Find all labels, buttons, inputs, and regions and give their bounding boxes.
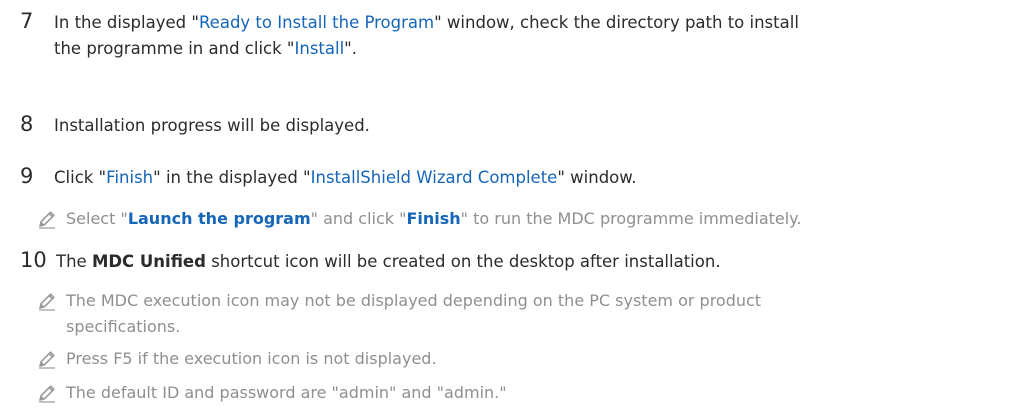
finish-button-highlight: Finish [106, 168, 154, 187]
pencil-icon [37, 209, 57, 229]
step-number: 7 [20, 9, 34, 33]
mdc-unified-label: MDC Unified [91, 252, 206, 271]
note-text: Select "Launch the program" and click "F… [66, 209, 802, 228]
step-number: 10 [20, 248, 47, 272]
step-number: 9 [20, 164, 34, 188]
note-text-line: specifications. [66, 317, 181, 336]
note-text: The MDC execution icon may not be displa… [66, 288, 996, 340]
step-text: The MDC Unified shortcut icon will be cr… [56, 252, 721, 271]
finish-button-highlight: Finish [406, 209, 461, 228]
step-text: In the displayed "Ready to Install the P… [54, 10, 984, 62]
note-text: The default ID and password are "admin" … [66, 383, 507, 402]
note-text-line: The MDC execution icon may not be displa… [66, 291, 762, 310]
window-name-highlight: Ready to Install the Program [198, 13, 435, 32]
install-button-highlight: Install [294, 39, 345, 58]
pencil-icon [37, 383, 57, 403]
pencil-icon [37, 349, 57, 369]
launch-program-highlight: Launch the program [127, 209, 311, 228]
step-text: Click "Finish" in the displayed "Install… [54, 168, 637, 187]
pencil-icon [37, 291, 57, 311]
note-text: Press F5 if the execution icon is not di… [66, 349, 437, 368]
step-text-line: In the displayed "Ready to Install the P… [54, 13, 799, 32]
step-number: 8 [20, 112, 34, 136]
step-text-line: the programme in and click "Install". [54, 39, 358, 58]
window-name-highlight: InstallShield Wizard Complete [310, 168, 558, 187]
step-text: Installation progress will be displayed. [54, 116, 370, 135]
